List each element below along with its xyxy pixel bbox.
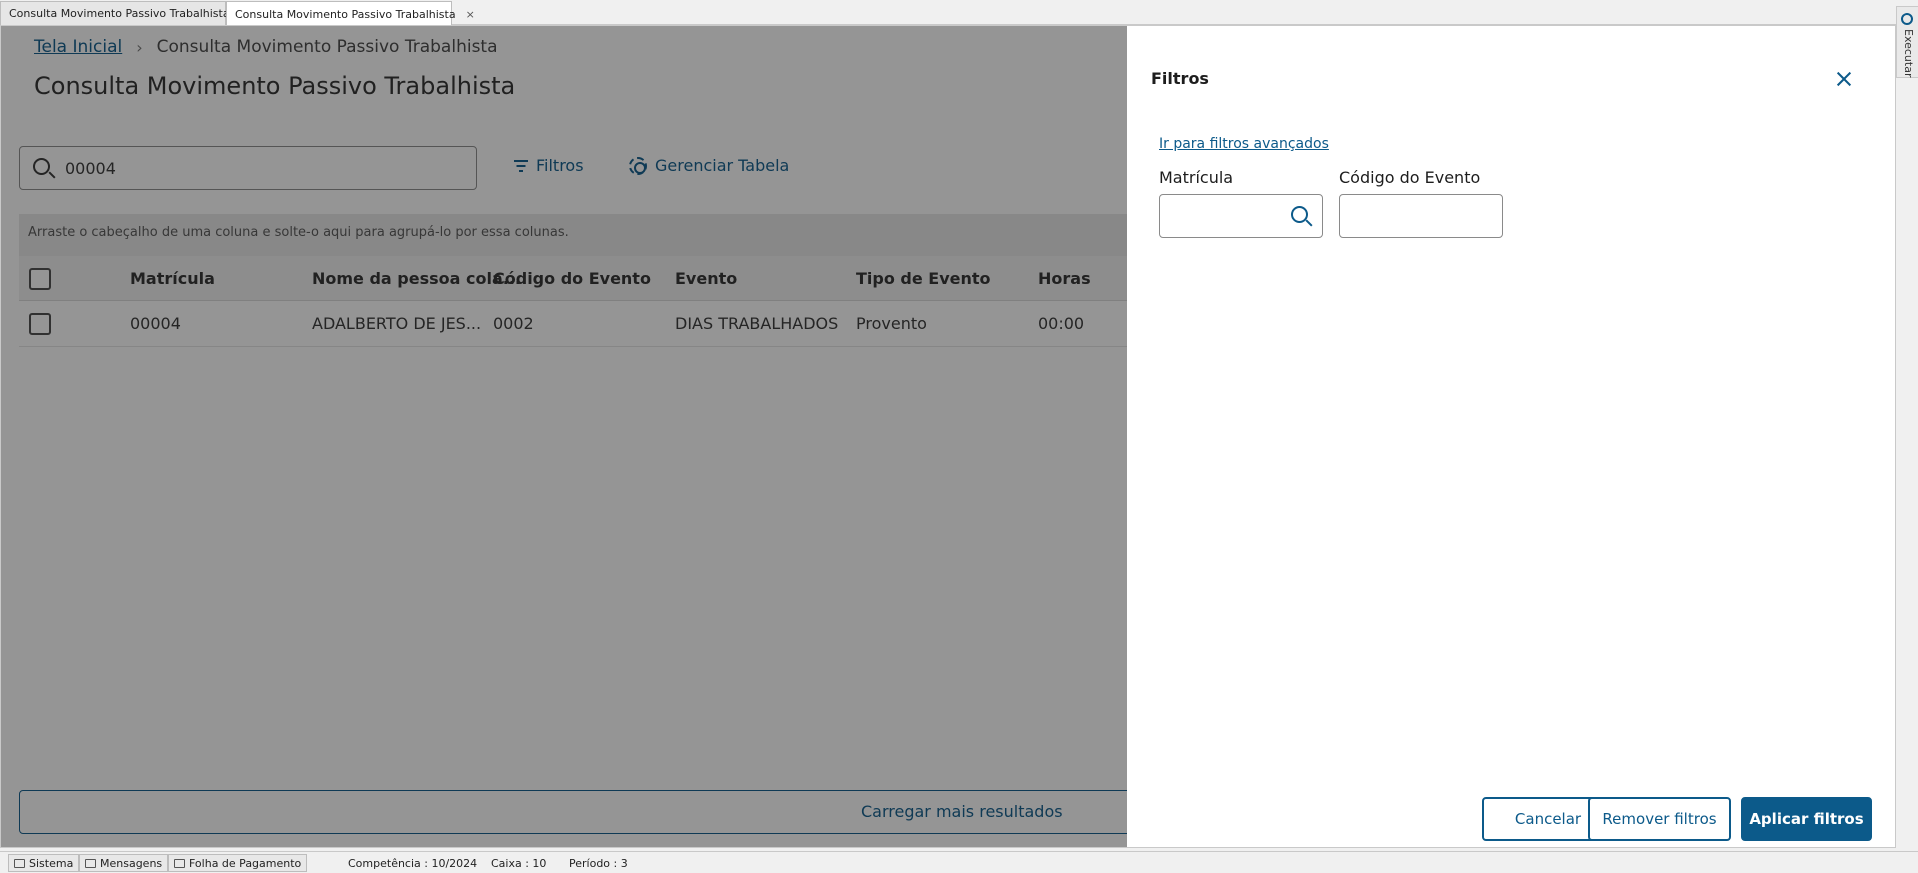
status-competencia: Competência : 10/2024 (348, 856, 478, 870)
status-mensagens[interactable]: Mensagens (79, 854, 169, 872)
modal-backdrop[interactable] (1, 26, 1127, 847)
module-icon (174, 858, 185, 868)
status-periodo: Período : 3 (569, 856, 628, 870)
close-icon[interactable] (1835, 70, 1853, 88)
codigo-evento-label: Código do Evento (1339, 168, 1481, 187)
status-modulo[interactable]: Folha de Pagamento (168, 854, 308, 872)
gear-icon (1901, 13, 1913, 25)
status-bar: Sistema Mensagens Folha de Pagamento Com… (0, 851, 1918, 873)
matricula-field[interactable] (1159, 194, 1323, 238)
app-content: Tela Inicial › Consulta Movimento Passiv… (0, 25, 1896, 848)
window-tab-label: Consulta Movimento Passivo Trabalhista (235, 7, 456, 21)
codigo-evento-field[interactable] (1339, 194, 1503, 238)
status-caixa: Caixa : 10 (491, 856, 547, 870)
window-tab-1[interactable]: Consulta Movimento Passivo Trabalhista × (0, 1, 249, 25)
search-icon[interactable] (1291, 206, 1308, 223)
close-tab-icon[interactable]: × (466, 8, 475, 21)
window-tab-bar: Consulta Movimento Passivo Trabalhista ×… (0, 0, 1918, 26)
message-icon (85, 858, 96, 868)
window-tab-label: Consulta Movimento Passivo Trabalhista (9, 7, 230, 20)
apply-filters-button[interactable]: Aplicar filtros (1741, 797, 1872, 841)
drawer-title: Filtros (1151, 69, 1209, 88)
status-modulo-label: Folha de Pagamento (189, 856, 302, 870)
executar-label: Executar (1902, 29, 1915, 78)
status-sistema-label: Sistema (29, 856, 74, 870)
window-tab-2[interactable]: Consulta Movimento Passivo Trabalhista × (226, 1, 475, 26)
matricula-label: Matrícula (1159, 168, 1234, 187)
executar-panel-toggle[interactable]: Executar (1896, 6, 1918, 78)
status-mensagens-label: Mensagens (100, 856, 163, 870)
filters-drawer: Filtros Ir para filtros avançados Matríc… (1127, 26, 1895, 847)
advanced-filters-link[interactable]: Ir para filtros avançados (1159, 136, 1329, 152)
remove-filters-button[interactable]: Remover filtros (1588, 797, 1731, 841)
status-sistema[interactable]: Sistema (8, 854, 80, 872)
monitor-icon (14, 858, 25, 868)
